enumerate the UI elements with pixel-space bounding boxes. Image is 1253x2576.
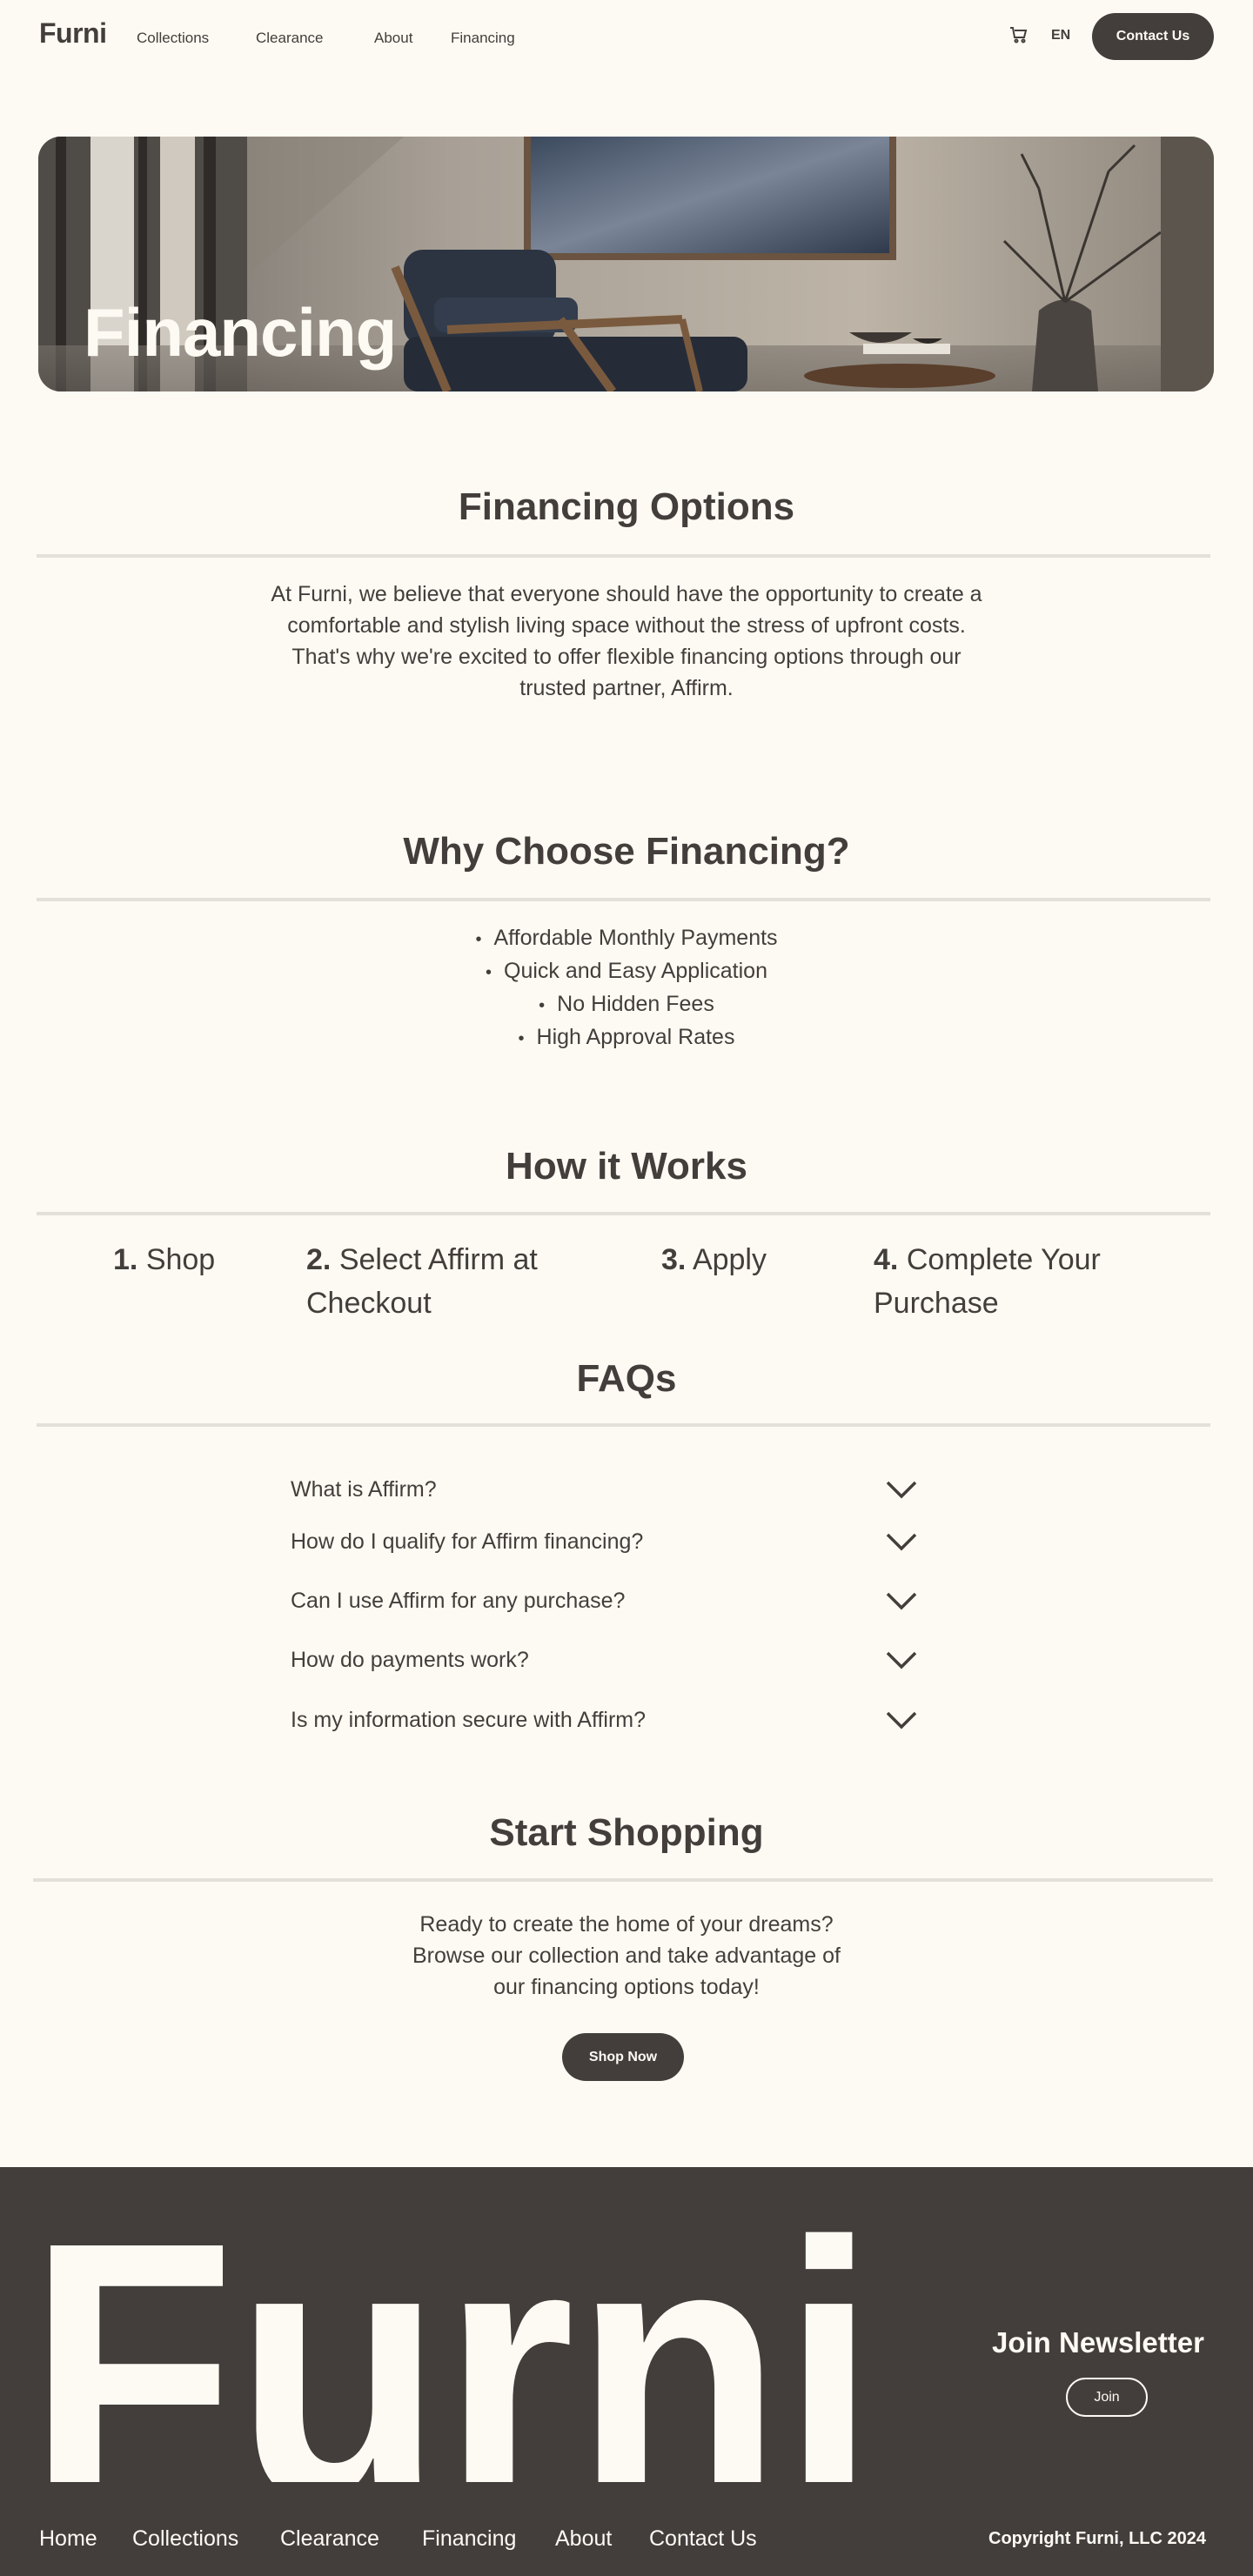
step-complete-purchase: 4. Complete Your Purchase <box>874 1238 1143 1325</box>
benefits-list: Affordable Monthly Payments Quick and Ea… <box>0 922 1253 1054</box>
step-number: 4. <box>874 1243 899 1276</box>
divider <box>37 1212 1210 1215</box>
step-text: Shop <box>145 1243 216 1276</box>
faq-item[interactable]: How do payments work? <box>291 1641 917 1679</box>
logo[interactable]: Furni <box>39 17 107 50</box>
chevron-down-icon[interactable] <box>886 1531 917 1552</box>
paragraph-line: Browse our collection and take advantage… <box>412 1944 841 1968</box>
start-shopping-heading: Start Shopping <box>489 1811 764 1854</box>
faq-question: How do payments work? <box>291 1647 529 1672</box>
faq-item[interactable]: How do I qualify for Affirm financing? <box>291 1522 917 1561</box>
join-newsletter-button[interactable]: Join <box>1066 2378 1148 2417</box>
chevron-down-icon[interactable] <box>886 1649 917 1670</box>
nav-clearance[interactable]: Clearance <box>256 30 324 47</box>
start-shopping-text: Ready to create the home of your dreams?… <box>0 1909 1253 2003</box>
faq-question: Can I use Affirm for any purchase? <box>291 1588 626 1613</box>
nav-about[interactable]: About <box>374 30 412 47</box>
hero-title: Financing <box>84 294 397 371</box>
footer-brand-wordmark: Furni <box>33 2186 876 2482</box>
financing-options-text: At Furni, we believe that everyone shoul… <box>0 579 1253 704</box>
financing-options-heading: Financing Options <box>458 485 795 528</box>
footer-link-financing[interactable]: Financing <box>422 2526 516 2552</box>
chevron-down-icon[interactable] <box>886 1710 917 1730</box>
step-apply: 3. Apply <box>661 1238 835 1281</box>
footer-link-clearance[interactable]: Clearance <box>280 2526 379 2552</box>
paragraph-line: At Furni, we believe that everyone shoul… <box>271 582 982 606</box>
step-number: 1. <box>113 1243 138 1276</box>
faq-item[interactable]: What is Affirm? <box>291 1470 917 1509</box>
faq-question: Is my information secure with Affirm? <box>291 1707 647 1732</box>
footer-link-about[interactable]: About <box>555 2526 612 2552</box>
faq-item[interactable]: Can I use Affirm for any purchase? <box>291 1582 917 1620</box>
divider <box>37 1423 1210 1427</box>
footer-link-home[interactable]: Home <box>39 2526 97 2552</box>
step-select-affirm: 2. Select Affirm at Checkout <box>306 1238 585 1325</box>
list-item: Quick and Easy Application <box>0 955 1253 988</box>
shop-now-button[interactable]: Shop Now <box>562 2033 684 2081</box>
step-number: 2. <box>306 1243 332 1276</box>
divider <box>33 1878 1213 1882</box>
divider <box>37 898 1210 901</box>
divider <box>37 554 1210 558</box>
step-text: Apply <box>692 1243 767 1276</box>
chevron-down-icon[interactable] <box>886 1479 917 1500</box>
why-financing-heading: Why Choose Financing? <box>403 830 850 873</box>
faq-question: What is Affirm? <box>291 1476 437 1502</box>
paragraph-line: comfortable and stylish living space wit… <box>287 613 966 638</box>
paragraph-line: That's why we're excited to offer flexib… <box>291 645 962 669</box>
paragraph-line: trusted partner, Affirm. <box>519 676 734 700</box>
nav-collections[interactable]: Collections <box>137 30 209 47</box>
copyright: Copyright Furni, LLC 2024 <box>988 2529 1207 2548</box>
paragraph-line: Ready to create the home of your dreams? <box>419 1912 834 1937</box>
contact-us-button[interactable]: Contact Us <box>1092 13 1214 60</box>
footer-link-collections[interactable]: Collections <box>132 2526 238 2552</box>
faq-item[interactable]: Is my information secure with Affirm? <box>291 1701 917 1739</box>
footer-link-contact-us[interactable]: Contact Us <box>649 2526 757 2552</box>
paragraph-line: our financing options today! <box>493 1975 760 1999</box>
nav-financing[interactable]: Financing <box>451 30 515 47</box>
step-number: 3. <box>661 1243 687 1276</box>
step-shop: 1. Shop <box>113 1238 287 1281</box>
footer-brand-text: Furni <box>33 2186 876 2482</box>
list-item: Affordable Monthly Payments <box>0 922 1253 955</box>
list-item: No Hidden Fees <box>0 988 1253 1021</box>
footer: Furni Join Newsletter Join Home Collecti… <box>0 2167 1253 2576</box>
list-item: High Approval Rates <box>0 1021 1253 1054</box>
how-it-works-heading: How it Works <box>506 1145 747 1188</box>
step-text: Complete Your Purchase <box>874 1243 1101 1320</box>
hero-banner: Financing <box>38 137 1214 391</box>
language-selector[interactable]: EN <box>1051 28 1070 43</box>
faqs-heading: FAQs <box>576 1357 677 1400</box>
faq-question: How do I qualify for Affirm financing? <box>291 1529 644 1554</box>
newsletter-title: Join Newsletter <box>992 2326 1204 2359</box>
cart-icon[interactable] <box>1009 26 1029 43</box>
chevron-down-icon[interactable] <box>886 1590 917 1611</box>
step-text: Select Affirm at Checkout <box>306 1243 538 1320</box>
